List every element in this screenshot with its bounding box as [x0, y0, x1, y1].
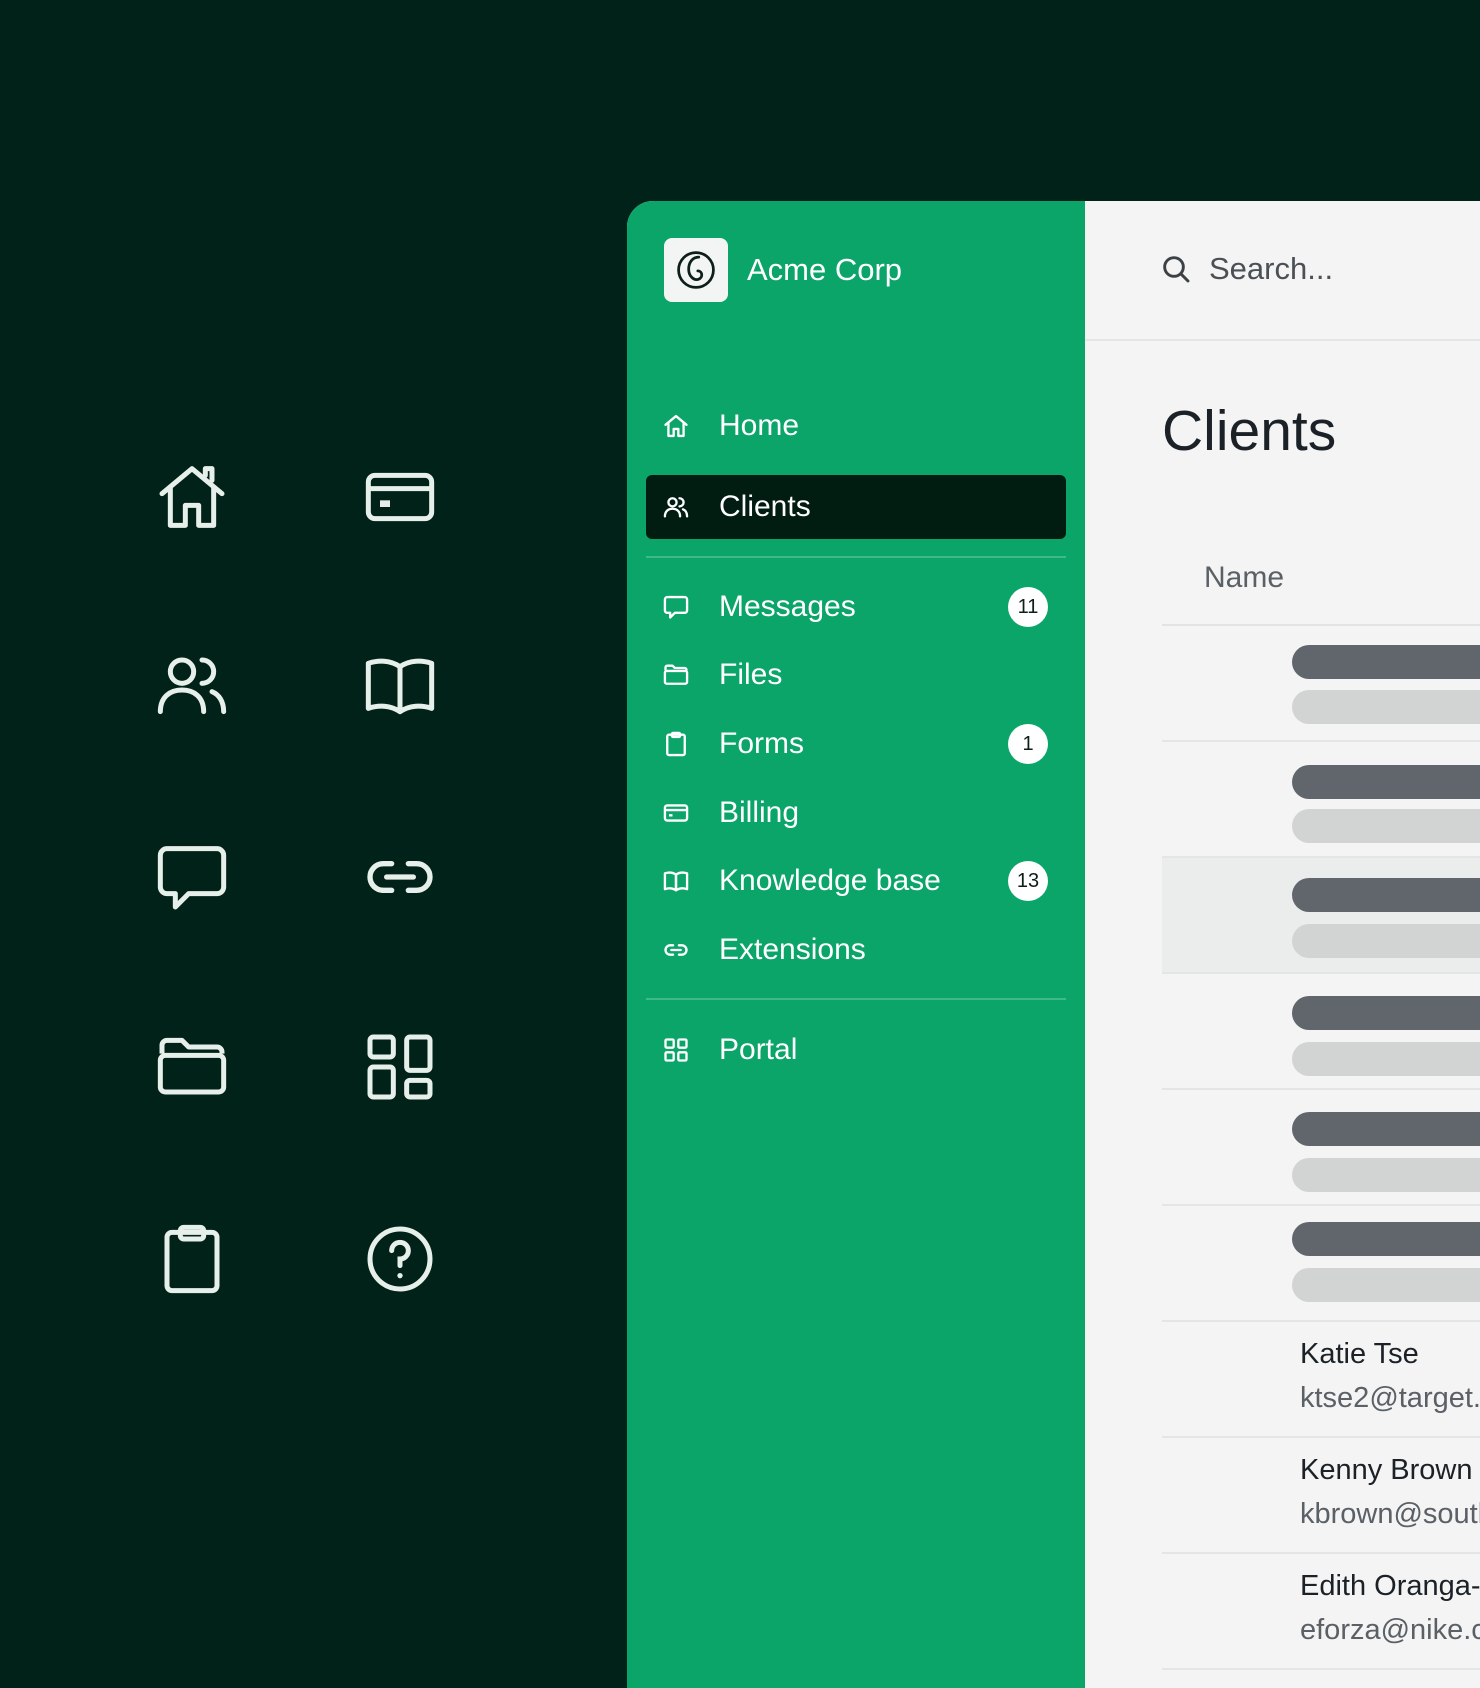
- skeleton-line: [1292, 1222, 1480, 1256]
- folder-icon: [662, 661, 690, 689]
- table-row[interactable]: Katie Tse ktse2@target.: [1162, 1322, 1480, 1438]
- skeleton-line: [1292, 645, 1480, 679]
- home-icon: [152, 457, 232, 537]
- sidebar-item-files[interactable]: Files: [646, 643, 1066, 707]
- sidebar-item-clients[interactable]: Clients: [646, 475, 1066, 539]
- credit-card-icon: [662, 799, 690, 827]
- users-icon: [662, 493, 690, 521]
- brand[interactable]: Acme Corp: [664, 238, 902, 302]
- sidebar-item-extensions[interactable]: Extensions: [646, 918, 1066, 982]
- clipboard-icon: [152, 1219, 232, 1299]
- sidebar-item-label: Extensions: [719, 933, 866, 966]
- sidebar-item-label: Billing: [719, 796, 800, 829]
- sidebar-item-label: Forms: [719, 727, 804, 760]
- skeleton-line: [1292, 1268, 1480, 1302]
- clipboard-icon: [662, 730, 690, 758]
- skeleton-line: [1292, 809, 1480, 843]
- skeleton-line: [1292, 878, 1480, 912]
- sidebar-divider: [646, 998, 1066, 1000]
- grid-icon: [360, 1027, 440, 1107]
- table-row-skeleton: [1162, 1206, 1480, 1322]
- skeleton-line: [1292, 690, 1480, 724]
- table-row[interactable]: Edith Oranga- eforza@nike.c: [1162, 1554, 1480, 1670]
- sidebar: Acme Corp Home Clients Messages 11 Files…: [627, 201, 1085, 1688]
- brand-logo: [664, 238, 728, 302]
- client-name: Katie Tse: [1300, 1338, 1419, 1370]
- sidebar-item-knowledge-base[interactable]: Knowledge base 13: [646, 849, 1066, 913]
- sidebar-item-label: Home: [719, 409, 800, 442]
- topbar: [1085, 201, 1480, 341]
- sidebar-item-label: Clients: [719, 490, 811, 523]
- brand-name: Acme Corp: [747, 252, 903, 287]
- sidebar-item-billing[interactable]: Billing: [646, 781, 1066, 845]
- table-row-skeleton[interactable]: [1162, 858, 1480, 974]
- sidebar-item-label: Portal: [719, 1033, 798, 1066]
- table-row-skeleton: [1162, 742, 1480, 858]
- client-email: kbrown@south: [1300, 1498, 1480, 1530]
- page-title: Clients: [1162, 399, 1337, 463]
- book-icon: [360, 645, 440, 725]
- client-email: eforza@nike.c: [1300, 1614, 1480, 1646]
- table-row-skeleton: [1162, 974, 1480, 1090]
- client-name: Kenny Brown: [1300, 1454, 1473, 1486]
- chat-icon: [152, 837, 232, 917]
- link-icon: [360, 837, 440, 917]
- count-badge: 13: [1008, 861, 1048, 901]
- sidebar-item-label: Knowledge base: [719, 864, 941, 897]
- count-badge: 11: [1008, 587, 1048, 627]
- users-icon: [152, 645, 232, 725]
- help-icon: [360, 1219, 440, 1299]
- sidebar-item-forms[interactable]: Forms 1: [646, 712, 1066, 776]
- sidebar-item-portal[interactable]: Portal: [646, 1018, 1066, 1082]
- folder-icon: [152, 1027, 232, 1107]
- skeleton-line: [1292, 1112, 1480, 1146]
- table-row-skeleton: [1162, 1090, 1480, 1206]
- skeleton-line: [1292, 1042, 1480, 1076]
- sidebar-item-label: Files: [719, 658, 783, 691]
- link-icon: [662, 936, 690, 964]
- grid-icon: [662, 1036, 690, 1064]
- main-content: Clients Name Katie Tse ktse2: [1085, 201, 1480, 1688]
- skeleton-line: [1292, 996, 1480, 1030]
- app-window: Acme Corp Home Clients Messages 11 Files…: [627, 201, 1480, 1688]
- table-row-skeleton: [1162, 626, 1480, 742]
- search-icon: [1160, 253, 1192, 285]
- skeleton-line: [1292, 924, 1480, 958]
- sidebar-divider: [646, 556, 1066, 558]
- sidebar-item-label: Messages: [719, 590, 856, 623]
- search-input[interactable]: [1207, 243, 1480, 295]
- home-icon: [662, 412, 690, 440]
- table-row[interactable]: Kenny Brown kbrown@south: [1162, 1438, 1480, 1554]
- chat-icon: [662, 593, 690, 621]
- book-icon: [662, 867, 690, 895]
- client-name: Edith Oranga-: [1300, 1570, 1480, 1602]
- sidebar-item-home[interactable]: Home: [646, 394, 1066, 458]
- credit-card-icon: [360, 457, 440, 537]
- count-badge: 1: [1008, 724, 1048, 764]
- column-header-name[interactable]: Name: [1204, 561, 1284, 595]
- sidebar-item-messages[interactable]: Messages 11: [646, 575, 1066, 639]
- client-email: ktse2@target.: [1300, 1382, 1480, 1414]
- skeleton-line: [1292, 765, 1480, 799]
- skeleton-line: [1292, 1158, 1480, 1192]
